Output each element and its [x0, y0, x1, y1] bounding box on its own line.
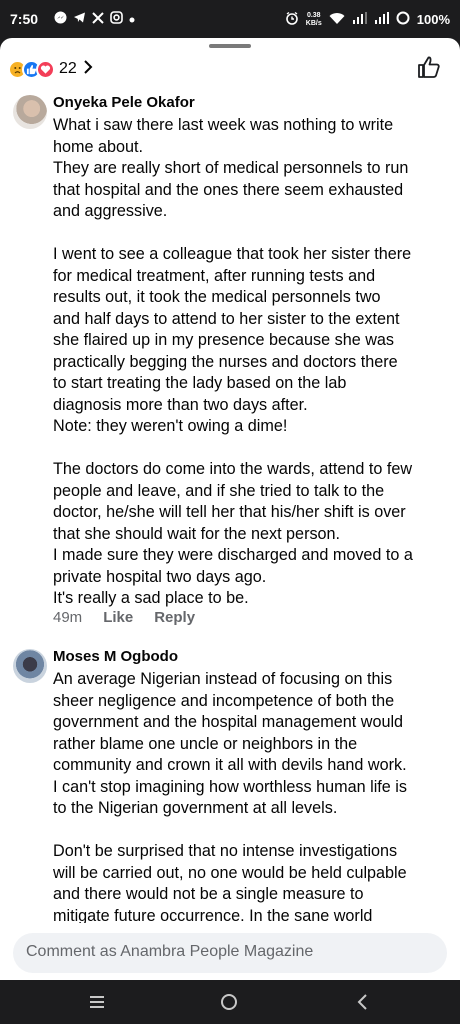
- comment-line: she flaired up in my presence because sh…: [53, 331, 395, 349]
- telegram-icon: [73, 11, 86, 27]
- battery-icon: [396, 11, 410, 28]
- like-post-button[interactable]: [416, 54, 442, 80]
- comment-line: and half days to attend to her sister to…: [53, 309, 400, 328]
- comment-body: An average Nigerian instead of focusing …: [53, 669, 451, 927]
- dot-icon: [129, 12, 135, 26]
- wifi-icon: [329, 12, 345, 28]
- comment-composer-bar: Comment as Anambra People Magazine: [0, 923, 460, 980]
- avatar[interactable]: [13, 95, 47, 129]
- notification-icons: [54, 11, 135, 27]
- comment-blank-line: [53, 438, 451, 460]
- comment-line: home about.: [53, 137, 143, 156]
- system-nav-bar: [0, 980, 460, 1024]
- alarm-icon: [285, 11, 299, 28]
- comment-blank-line: [53, 820, 451, 842]
- thumbs-up-icon: [418, 56, 440, 78]
- comment-line: practically begging the nurses and docto…: [53, 352, 398, 371]
- comment-line: will be carried out, no one would be hel…: [53, 863, 407, 882]
- comment-body: What i saw there last week was nothing t…: [53, 115, 451, 610]
- comment-line: They are really short of medical personn…: [53, 159, 409, 177]
- comment-line: for medical treatment, after running tes…: [53, 266, 376, 285]
- menu-icon: [90, 996, 104, 1008]
- comment-line: What i saw there last week was nothing t…: [53, 116, 394, 134]
- avatar[interactable]: [13, 649, 47, 683]
- comment-line: I made sure they were discharged and mov…: [53, 546, 413, 564]
- comment-line: that hospital and the ones there seem ex…: [53, 180, 404, 199]
- comment-line: results out, it took the medical personn…: [53, 288, 381, 306]
- comment-input[interactable]: Comment as Anambra People Magazine: [13, 933, 447, 973]
- comment-blank-line: [53, 223, 451, 245]
- status-bar: 7:50 0.38 KB/s 100%: [0, 0, 460, 38]
- recent-apps-button[interactable]: [87, 992, 109, 1012]
- comment-line: sheer negligence and incompetence of bot…: [53, 691, 395, 710]
- comment-line: people and leave, and if she tried to ta…: [53, 481, 385, 500]
- comment-line: to start treating the lady based on the …: [53, 374, 347, 392]
- battery-percent: 100%: [416, 12, 450, 27]
- status-right: 0.38 KB/s 100%: [285, 11, 450, 28]
- status-time: 7:50: [10, 11, 39, 27]
- comment-line: It's really a sad place to be.: [53, 589, 249, 607]
- comment-line: private hospital two days ago.: [53, 567, 267, 586]
- network-speed-value: 0.38: [306, 11, 321, 19]
- comment-author[interactable]: Moses M Ogbodo: [53, 648, 178, 665]
- comment-line: The doctors do come into the wards, atte…: [53, 460, 413, 478]
- comment-like-button[interactable]: Like: [103, 609, 133, 626]
- back-icon: [357, 994, 367, 1010]
- chevron-right-icon: [83, 59, 93, 80]
- x-icon: [92, 11, 104, 27]
- comment-line: I went to see a colleague that took her …: [53, 245, 412, 263]
- instagram-icon: [110, 11, 123, 27]
- reactions-summary[interactable]: 22: [8, 58, 93, 80]
- comment-author[interactable]: Onyeka Pele Okafor: [53, 94, 195, 111]
- comment-line: I can't stop imagining how worthless hum…: [53, 777, 407, 796]
- comment-line: that she should wait for the next person…: [53, 524, 341, 543]
- back-button[interactable]: [353, 992, 375, 1012]
- comment-line: and there would not be a single measure …: [53, 885, 364, 903]
- comment-line: government and the hospital management w…: [53, 713, 404, 731]
- comment-line: Don't be surprised that no intense inves…: [53, 842, 398, 860]
- comment-reply-button[interactable]: Reply: [154, 609, 195, 626]
- comment-line: rather blame one uncle or neighbors in t…: [53, 734, 358, 753]
- comment-line: and aggressive.: [53, 202, 168, 220]
- comment-actions: 49m Like Reply: [53, 609, 195, 626]
- comment-line: to the Nigerian government at all levels…: [53, 799, 338, 817]
- messenger-icon: [54, 11, 67, 27]
- reaction-count: 22: [59, 60, 77, 77]
- comment-timestamp: 49m: [53, 609, 83, 626]
- network-speed: 0.38 KB/s: [306, 12, 322, 28]
- comment-line: Note: they weren't owing a dime!: [53, 417, 288, 435]
- sheet-drag-handle[interactable]: [209, 44, 251, 48]
- signal-icon: [352, 12, 367, 27]
- home-button[interactable]: [219, 992, 241, 1012]
- comment-line: community and crown it all with devils h…: [53, 756, 407, 774]
- love-reaction-icon: [36, 59, 55, 79]
- comment-line: An average Nigerian instead of focusing …: [53, 670, 393, 688]
- home-icon: [221, 994, 237, 1010]
- comment-line: diagnosis more than two days after.: [53, 395, 308, 414]
- comment-line: doctor, he/she will tell her that his/he…: [53, 503, 406, 521]
- network-speed-unit: KB/s: [305, 19, 322, 27]
- signal-icon-2: [374, 12, 389, 27]
- comments-sheet[interactable]: 22 Onyeka Pele Okafor What i saw there l…: [0, 38, 460, 980]
